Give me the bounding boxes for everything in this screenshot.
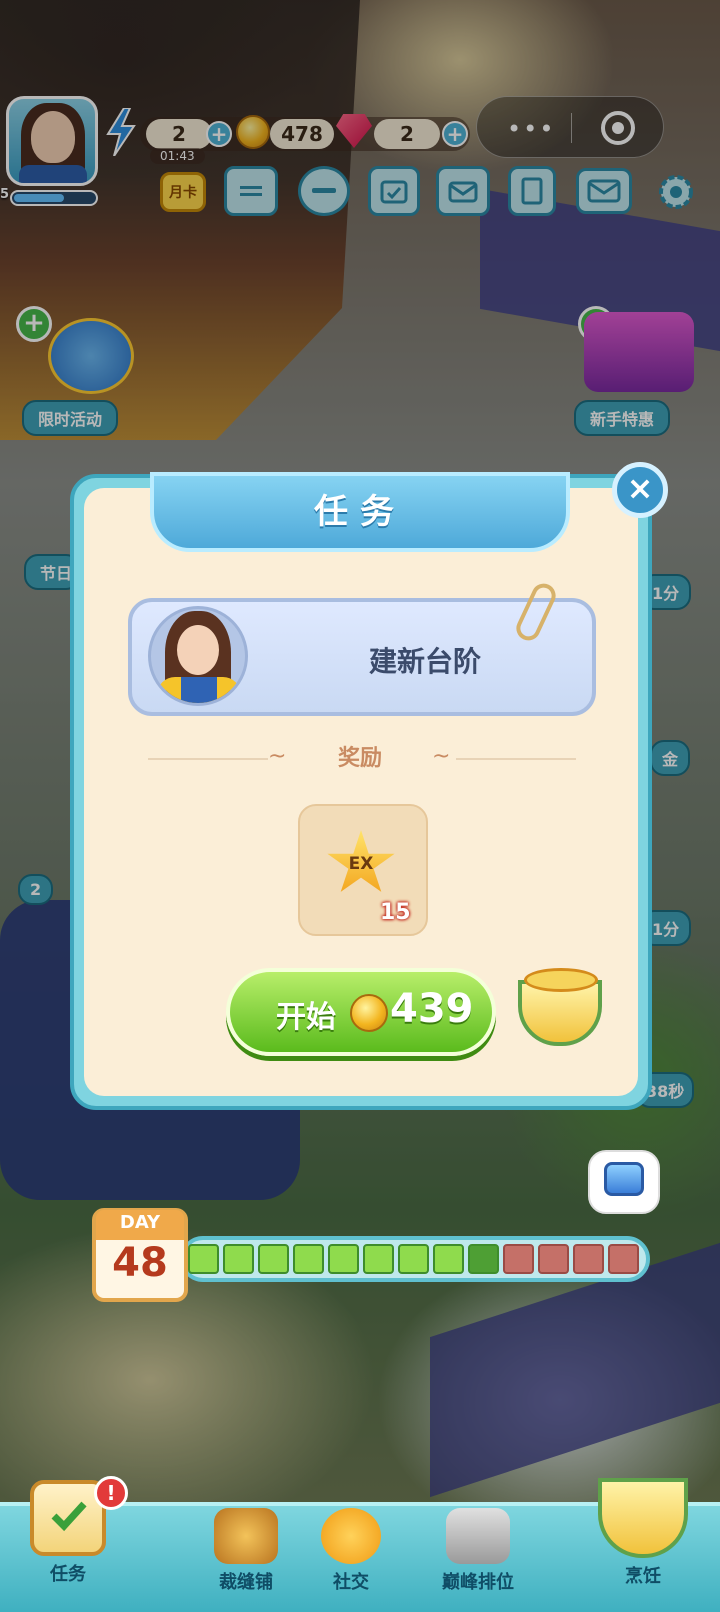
trophy-locked-icon [446, 1508, 510, 1564]
day-progress-segment [608, 1244, 639, 1274]
dialog-title: 任务 [314, 492, 406, 532]
day-progress-segment [258, 1244, 289, 1274]
day-word: DAY [119, 1212, 161, 1233]
day-progress-segment [328, 1244, 359, 1274]
day-progress-segment [398, 1244, 429, 1274]
tab-label: 巅峰排位 [442, 1572, 514, 1593]
day-progress-segment [293, 1244, 324, 1274]
coin-icon [350, 994, 388, 1032]
tab-label: 裁缝铺 [219, 1572, 273, 1593]
tab-social[interactable]: 社交 [316, 1508, 386, 1594]
day-progress-segment [538, 1244, 569, 1274]
ornament-left-icon: ~ [268, 744, 287, 769]
day-progress-segment [433, 1244, 464, 1274]
treasure-chest-icon [604, 1162, 644, 1196]
day-progress-segment [223, 1244, 254, 1274]
day-number: 48 [112, 1240, 168, 1286]
tab-label: 任务 [50, 1564, 86, 1585]
social-chat-icon [321, 1508, 381, 1564]
task-character-avatar [148, 606, 248, 706]
reward-item-text: EX [348, 854, 374, 874]
tasks-alert-badge: ! [94, 1476, 128, 1510]
cooking-pot-rim [524, 968, 598, 992]
day-progress-segment [188, 1244, 219, 1274]
day-progress-segment [468, 1244, 499, 1274]
divider-left [148, 758, 268, 760]
thread-spool-icon [214, 1508, 278, 1564]
day-progress-segment [573, 1244, 604, 1274]
ornament-right-icon: ~ [432, 744, 451, 769]
cooking-pot-icon [598, 1478, 688, 1558]
day-progress-segment [503, 1244, 534, 1274]
tab-ranking[interactable]: 巅峰排位 [428, 1508, 528, 1594]
task-name: 建新台阶 [368, 645, 481, 678]
reward-label: 奖励 [337, 746, 382, 771]
close-dialog-button[interactable]: × [612, 462, 668, 518]
start-cost: 439 [390, 986, 474, 1032]
start-button-label: 开始 [276, 1000, 336, 1035]
tab-label: 社交 [333, 1572, 369, 1593]
reward-item-count: 15 [380, 900, 411, 925]
tab-label: 烹饪 [625, 1566, 661, 1587]
tab-tailor-shop[interactable]: 裁缝铺 [206, 1508, 286, 1594]
tab-cooking[interactable]: 烹饪 [588, 1478, 698, 1588]
day-progress-segment [363, 1244, 394, 1274]
divider-right [456, 758, 576, 760]
